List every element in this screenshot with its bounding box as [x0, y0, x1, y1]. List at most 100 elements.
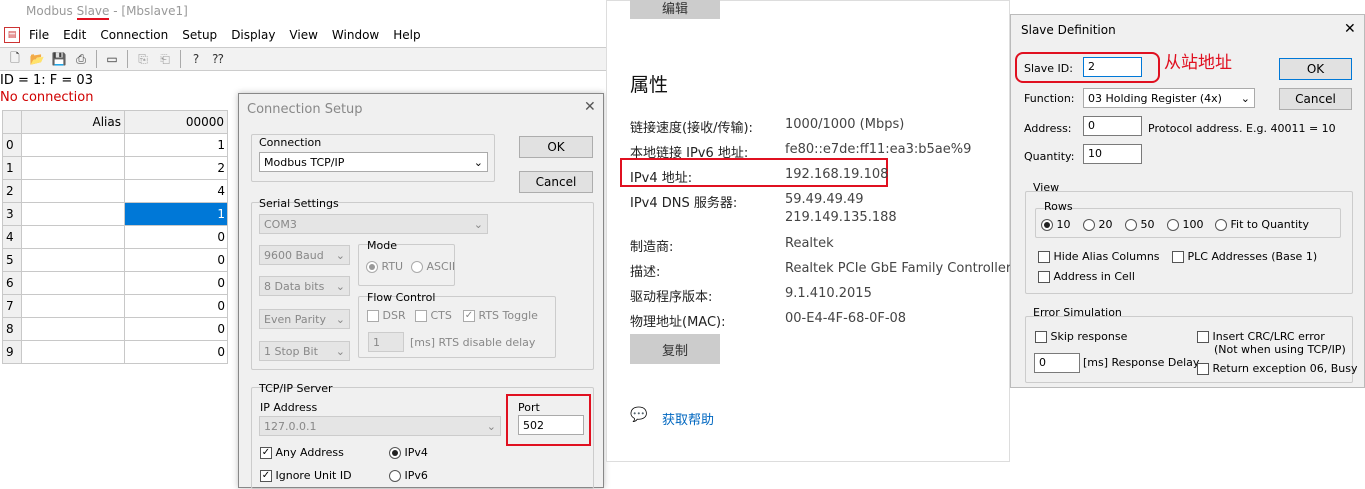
data-bits-select[interactable]: 8 Data bits ⌄ [259, 276, 350, 296]
table-row: 80 [2, 317, 228, 341]
close-icon[interactable]: ✕ [1344, 21, 1356, 37]
menu-file[interactable]: File [22, 28, 56, 42]
hide-alias-checkbox[interactable]: Hide Alias Columns [1038, 250, 1160, 263]
response-delay-label: [ms] Response Delay [1083, 356, 1200, 369]
col-header-address[interactable]: 00000 [124, 110, 228, 134]
rows-fit-radio[interactable]: Fit to Quantity [1215, 218, 1309, 231]
ipv4-radio[interactable]: IPv4 [389, 446, 428, 459]
insert-crc-label: Insert CRC/LRC error [1212, 330, 1325, 343]
rows-20-radio[interactable]: 20 [1083, 218, 1113, 231]
alias-cell[interactable] [21, 179, 125, 203]
ipv6-radio[interactable]: IPv6 [389, 469, 428, 482]
insert-crc-checkbox[interactable]: Insert CRC/LRC error [1197, 330, 1325, 343]
menu-setup[interactable]: Setup [175, 28, 224, 42]
chevron-down-icon: ⌄ [473, 155, 483, 169]
alias-cell[interactable] [21, 156, 125, 180]
alias-cell[interactable] [21, 317, 125, 341]
rows-100-radio[interactable]: 100 [1167, 218, 1204, 231]
link-speed-label: 链接速度(接收/传输): [630, 121, 753, 136]
response-delay-input[interactable]: 0 [1034, 353, 1080, 373]
context-help-icon[interactable]: ⁇ [209, 50, 227, 68]
address-in-cell-checkbox[interactable]: Address in Cell [1038, 270, 1135, 283]
value-cell[interactable]: 1 [124, 133, 228, 157]
any-address-checkbox[interactable]: ✓ Any Address [260, 446, 344, 459]
ignore-unit-checkbox[interactable]: ✓ Ignore Unit ID [260, 469, 352, 482]
check-icon: ✓ [260, 447, 272, 459]
cancel-button[interactable]: Cancel [1279, 88, 1352, 110]
disconnect-icon[interactable]: ⎗ [156, 50, 174, 68]
menu-app-icon[interactable]: ▤ [4, 27, 20, 43]
value-cell[interactable]: 0 [124, 271, 228, 295]
ok-button[interactable]: OK [519, 136, 593, 158]
com-port-select[interactable]: COM3 ⌄ [259, 214, 488, 234]
menu-display[interactable]: Display [224, 28, 282, 42]
menu-connection[interactable]: Connection [93, 28, 175, 42]
skip-response-checkbox[interactable]: Skip response [1035, 330, 1127, 343]
value-cell-selected[interactable]: 1 [124, 202, 228, 226]
mode-ascii-label: ASCII [426, 260, 456, 273]
ip-address-select[interactable]: 127.0.0.1 ⌄ [259, 416, 501, 436]
rows-50-radio[interactable]: 50 [1125, 218, 1155, 231]
new-icon[interactable]: 🗋 [6, 50, 24, 68]
help-icon[interactable]: ? [187, 50, 205, 68]
alias-cell[interactable] [21, 202, 125, 226]
status-id: ID = 1: F = 03 [0, 73, 93, 88]
ok-button[interactable]: OK [1279, 58, 1352, 80]
connect-icon[interactable]: ⎘ [134, 50, 152, 68]
radio-dot [1125, 219, 1137, 231]
print-icon[interactable]: ⎙ [72, 50, 90, 68]
address-input[interactable]: 0 [1083, 116, 1142, 136]
ipv4-label: IPv4 [404, 446, 428, 459]
close-icon[interactable]: ✕ [584, 99, 596, 115]
alias-cell[interactable] [21, 294, 125, 318]
quantity-input[interactable]: 10 [1083, 144, 1142, 164]
get-help-link[interactable]: 获取帮助 [662, 409, 714, 428]
menu-window[interactable]: Window [325, 28, 386, 42]
return-exception-checkbox[interactable]: Return exception 06, Busy [1197, 362, 1358, 375]
value-cell[interactable]: 0 [124, 248, 228, 272]
row-header: 9 [2, 340, 22, 364]
slave-id-input[interactable]: 2 [1083, 57, 1142, 77]
alias-cell[interactable] [21, 271, 125, 295]
baud-select[interactable]: 9600 Baud ⌄ [259, 245, 350, 265]
checkbox-box [1038, 251, 1050, 263]
function-select[interactable]: 03 Holding Register (4x) ⌄ [1083, 88, 1255, 108]
dsr-checkbox[interactable]: DSR [367, 309, 406, 322]
value-cell[interactable]: 0 [124, 294, 228, 318]
edit-button[interactable]: 编辑 [630, 0, 720, 19]
row-header: 7 [2, 294, 22, 318]
menu-edit[interactable]: Edit [56, 28, 93, 42]
cts-checkbox[interactable]: CTS [415, 309, 452, 322]
value-cell[interactable]: 4 [124, 179, 228, 203]
stop-bits-select[interactable]: 1 Stop Bit ⌄ [259, 341, 350, 361]
cancel-button[interactable]: Cancel [519, 171, 593, 193]
connection-select[interactable]: Modbus TCP/IP ⌄ [259, 152, 488, 172]
value-cell[interactable]: 0 [124, 340, 228, 364]
save-icon[interactable]: 💾 [50, 50, 68, 68]
value-cell[interactable]: 0 [124, 317, 228, 341]
toolbar-separator [180, 50, 181, 68]
rts-delay-input[interactable]: 1 [368, 332, 404, 352]
rows-10-radio[interactable]: 10 [1041, 218, 1071, 231]
col-header-alias[interactable]: Alias [21, 110, 125, 134]
open-icon[interactable]: 📂 [28, 50, 46, 68]
rts-delay-label: [ms] RTS disable delay [410, 336, 536, 349]
alias-cell[interactable] [21, 248, 125, 272]
value-cell[interactable]: 2 [124, 156, 228, 180]
port-input[interactable]: 502 [518, 415, 584, 435]
parity-select[interactable]: Even Parity ⌄ [259, 309, 350, 329]
alias-cell[interactable] [21, 225, 125, 249]
rts-toggle-checkbox[interactable]: ✓ RTS Toggle [463, 309, 538, 322]
copy-button[interactable]: 复制 [630, 334, 720, 364]
rows-10-label: 10 [1056, 218, 1071, 231]
mode-rtu-radio[interactable]: RTU [366, 260, 403, 273]
chevron-down-icon: ⌄ [335, 344, 345, 358]
menu-help[interactable]: Help [386, 28, 427, 42]
menu-view[interactable]: View [282, 28, 324, 42]
window-icon[interactable]: ▭ [103, 50, 121, 68]
alias-cell[interactable] [21, 133, 125, 157]
plc-addresses-checkbox[interactable]: PLC Addresses (Base 1) [1172, 250, 1317, 263]
mode-ascii-radio[interactable]: ASCII [411, 260, 455, 273]
alias-cell[interactable] [21, 340, 125, 364]
value-cell[interactable]: 0 [124, 225, 228, 249]
